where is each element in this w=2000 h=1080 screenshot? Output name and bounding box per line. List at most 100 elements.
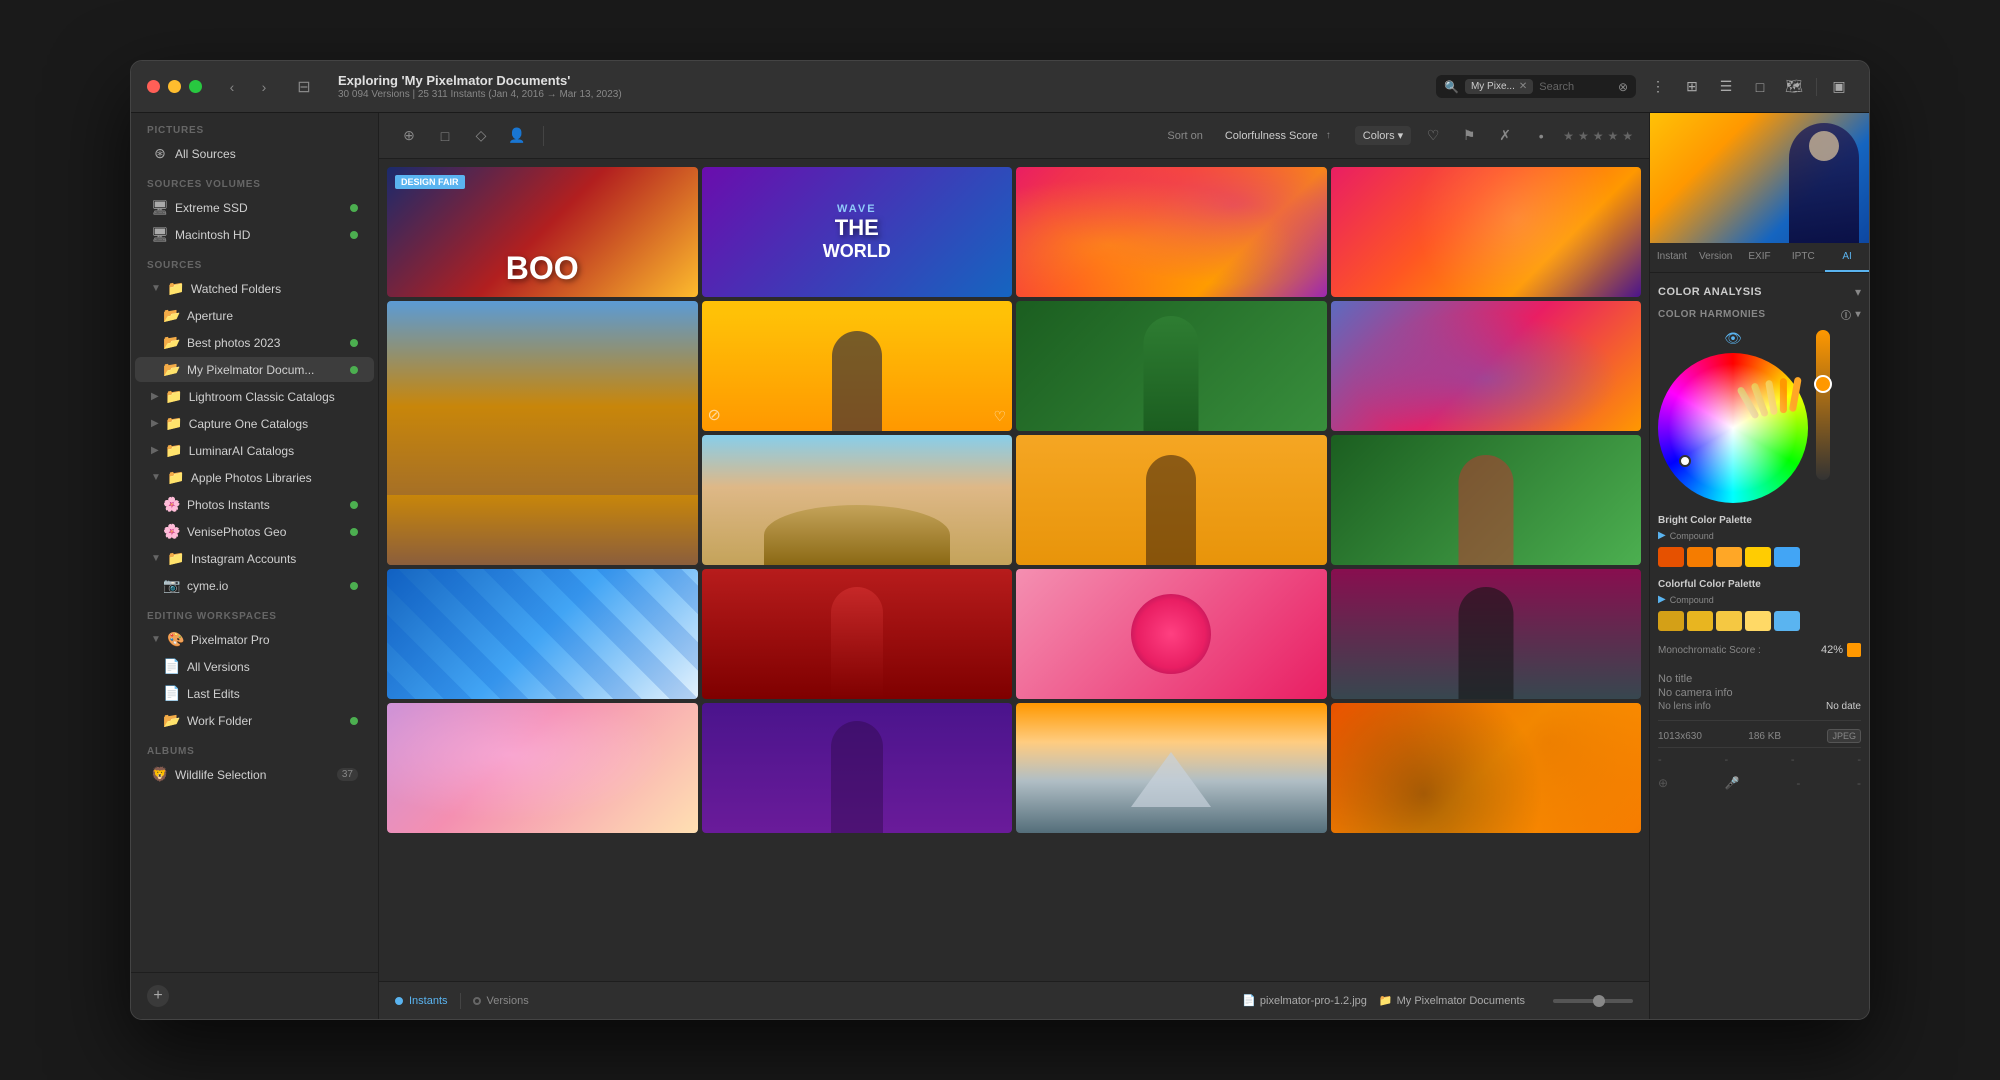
brightness-slider[interactable] (1816, 330, 1830, 480)
photo-heart-yellow[interactable]: ♡ (993, 408, 1006, 425)
sidebar-item-lightroom[interactable]: ▶ 📁 Lightroom Classic Catalogs (135, 384, 374, 409)
photo-cell-gradient[interactable] (387, 703, 698, 833)
minimize-button[interactable] (168, 80, 181, 93)
eye-icon[interactable]: 👁 (1724, 330, 1742, 347)
sidebar-item-macintosh-hd[interactable]: 🖥 Macintosh HD (135, 222, 374, 247)
photo-cell-portrait-girl[interactable] (1016, 435, 1327, 565)
photo-cell-blue-pattern[interactable] (387, 569, 698, 699)
photo-cell-mountain[interactable] (1016, 703, 1327, 833)
sidebar-item-venise-geo[interactable]: 🌸 VenisePhotos Geo (135, 519, 374, 544)
footer-icon-1[interactable]: ⊕ (1658, 776, 1668, 790)
photo-cell-pink-flower[interactable] (1016, 569, 1327, 699)
sidebar-item-pixelmator[interactable]: ▼ 🎨 Pixelmator Pro (135, 627, 374, 652)
map-view-icon[interactable]: 🗺 (1780, 73, 1808, 101)
tab-iptc[interactable]: IPTC (1781, 243, 1825, 272)
photo-cell-3d[interactable] (1331, 301, 1642, 431)
search-tag-close[interactable]: ✕ (1519, 81, 1527, 92)
search-bar[interactable]: 🔍 My Pixe... ✕ Search ⊗ (1436, 75, 1636, 98)
sidebar-item-apple-photos[interactable]: ▼ 📁 Apple Photos Libraries (135, 465, 374, 490)
sidebar-item-work-folder[interactable]: 📂 Work Folder (135, 708, 374, 733)
photo-cell-green-woman[interactable] (1016, 301, 1327, 431)
close-button[interactable] (147, 80, 160, 93)
tab-version[interactable]: Version (1694, 243, 1738, 272)
zoom-slider[interactable] (1553, 999, 1633, 1003)
bright-swatch-4[interactable] (1745, 547, 1771, 567)
fullscreen-button[interactable] (189, 80, 202, 93)
harmonies-info-icon[interactable]: ⓘ (1841, 307, 1852, 322)
sidebar-item-extreme-ssd[interactable]: 🖥 Extreme SSD (135, 195, 374, 220)
versions-tab[interactable]: Versions (473, 995, 529, 1007)
tab-ai[interactable]: AI (1825, 243, 1869, 272)
star-1[interactable]: ★ (1563, 129, 1574, 143)
sidebar-item-instagram[interactable]: ▼ 📁 Instagram Accounts (135, 546, 374, 571)
compare-view-icon[interactable]: □ (1746, 73, 1774, 101)
connect-icon[interactable]: ⊕ (395, 122, 423, 150)
photo-cell-autumn[interactable] (1331, 703, 1642, 833)
search-clear-button[interactable]: ⊗ (1618, 80, 1628, 94)
color-wheel[interactable] (1658, 353, 1808, 503)
bright-play-icon[interactable]: ▶ (1658, 530, 1666, 541)
sidebar-toggle-button[interactable]: ⊟ (290, 76, 318, 98)
photo-cell-2[interactable]: WAVE THE WORLD (702, 167, 1013, 297)
forward-button[interactable]: › (250, 76, 278, 98)
sidebar-item-best-photos[interactable]: 📂 Best photos 2023 (135, 330, 374, 355)
sidebar-item-all-sources[interactable]: ⊛ All Sources (135, 141, 374, 166)
photo-cell-desert[interactable] (387, 301, 698, 565)
photo-cell-purple-woman[interactable] (702, 703, 1013, 833)
add-source-button[interactable]: + (147, 985, 169, 1007)
bright-swatch-1[interactable] (1658, 547, 1684, 567)
back-button[interactable]: ‹ (218, 76, 246, 98)
star-4[interactable]: ★ (1607, 129, 1618, 143)
photo-cell-4[interactable] (1331, 167, 1642, 297)
colorful-play-icon[interactable]: ▶ (1658, 594, 1666, 605)
colorful-swatch-2[interactable] (1687, 611, 1713, 631)
search-tag[interactable]: My Pixe... ✕ (1465, 79, 1533, 94)
sort-arrows-icon[interactable]: ↑ (1326, 130, 1331, 141)
sidebar-item-last-edits[interactable]: 📄 Last Edits (135, 681, 374, 706)
bright-swatch-3[interactable] (1716, 547, 1742, 567)
sort-field[interactable]: Colorfulness Score (1225, 130, 1318, 142)
tag-icon[interactable]: ◇ (467, 122, 495, 150)
star-5[interactable]: ★ (1622, 129, 1633, 143)
harmonies-expand-icon[interactable]: ▾ (1855, 309, 1861, 320)
photo-cell-yellow-man[interactable]: ⊘ ♡ (702, 301, 1013, 431)
inspector-toggle-icon[interactable]: ▣ (1825, 73, 1853, 101)
photo-cell-3[interactable] (1016, 167, 1327, 297)
tab-instant[interactable]: Instant (1650, 243, 1694, 272)
label-dot-icon[interactable]: • (1527, 122, 1555, 150)
colorful-swatch-3[interactable] (1716, 611, 1742, 631)
grid-view-icon[interactable]: ⊞ (1678, 73, 1706, 101)
filter-icon[interactable]: ⋮ (1644, 73, 1672, 101)
heart-icon[interactable]: ♡ (1419, 122, 1447, 150)
sidebar-item-luminarai[interactable]: ▶ 📁 LuminarAI Catalogs (135, 438, 374, 463)
photo-cell-rocks[interactable] (702, 435, 1013, 565)
instants-tab[interactable]: Instants (395, 995, 448, 1007)
sidebar-item-wildlife[interactable]: 🦁 Wildlife Selection 37 (135, 762, 374, 787)
square-icon[interactable]: □ (431, 122, 459, 150)
flag-icon[interactable]: ⚑ (1455, 122, 1483, 150)
sidebar-item-watched-folders[interactable]: ▼ 📁 Watched Folders (135, 276, 374, 301)
photo-cell-green-action[interactable] (1331, 435, 1642, 565)
star-3[interactable]: ★ (1593, 129, 1604, 143)
person-icon[interactable]: 👤 (503, 122, 531, 150)
colorful-swatch-4[interactable] (1745, 611, 1771, 631)
sidebar-item-all-versions[interactable]: 📄 All Versions (135, 654, 374, 679)
sidebar-item-my-pixelmator[interactable]: 📂 My Pixelmator Docum... (135, 357, 374, 382)
colorful-swatch-5[interactable] (1774, 611, 1800, 631)
star-2[interactable]: ★ (1578, 129, 1589, 143)
colors-filter-button[interactable]: Colors ▾ (1355, 126, 1411, 145)
sidebar-item-aperture[interactable]: 📂 Aperture (135, 303, 374, 328)
sidebar-item-photos-instants[interactable]: 🌸 Photos Instants (135, 492, 374, 517)
photo-cell-red-woman[interactable] (702, 569, 1013, 699)
section-collapse-button[interactable]: ▾ (1855, 285, 1861, 299)
colorful-swatch-1[interactable] (1658, 611, 1684, 631)
list-view-icon[interactable]: ☰ (1712, 73, 1740, 101)
photo-cell-1[interactable]: DESIGN FAIR BOO (387, 167, 698, 297)
photo-cell-dark-woman[interactable] (1331, 569, 1642, 699)
sidebar-item-cyme[interactable]: 📷 cyme.io (135, 573, 374, 598)
bright-swatch-2[interactable] (1687, 547, 1713, 567)
tab-exif[interactable]: EXIF (1738, 243, 1782, 272)
footer-icon-mic[interactable]: 🎤 (1725, 776, 1740, 790)
bright-swatch-5[interactable] (1774, 547, 1800, 567)
brightness-thumb[interactable] (1814, 375, 1832, 393)
